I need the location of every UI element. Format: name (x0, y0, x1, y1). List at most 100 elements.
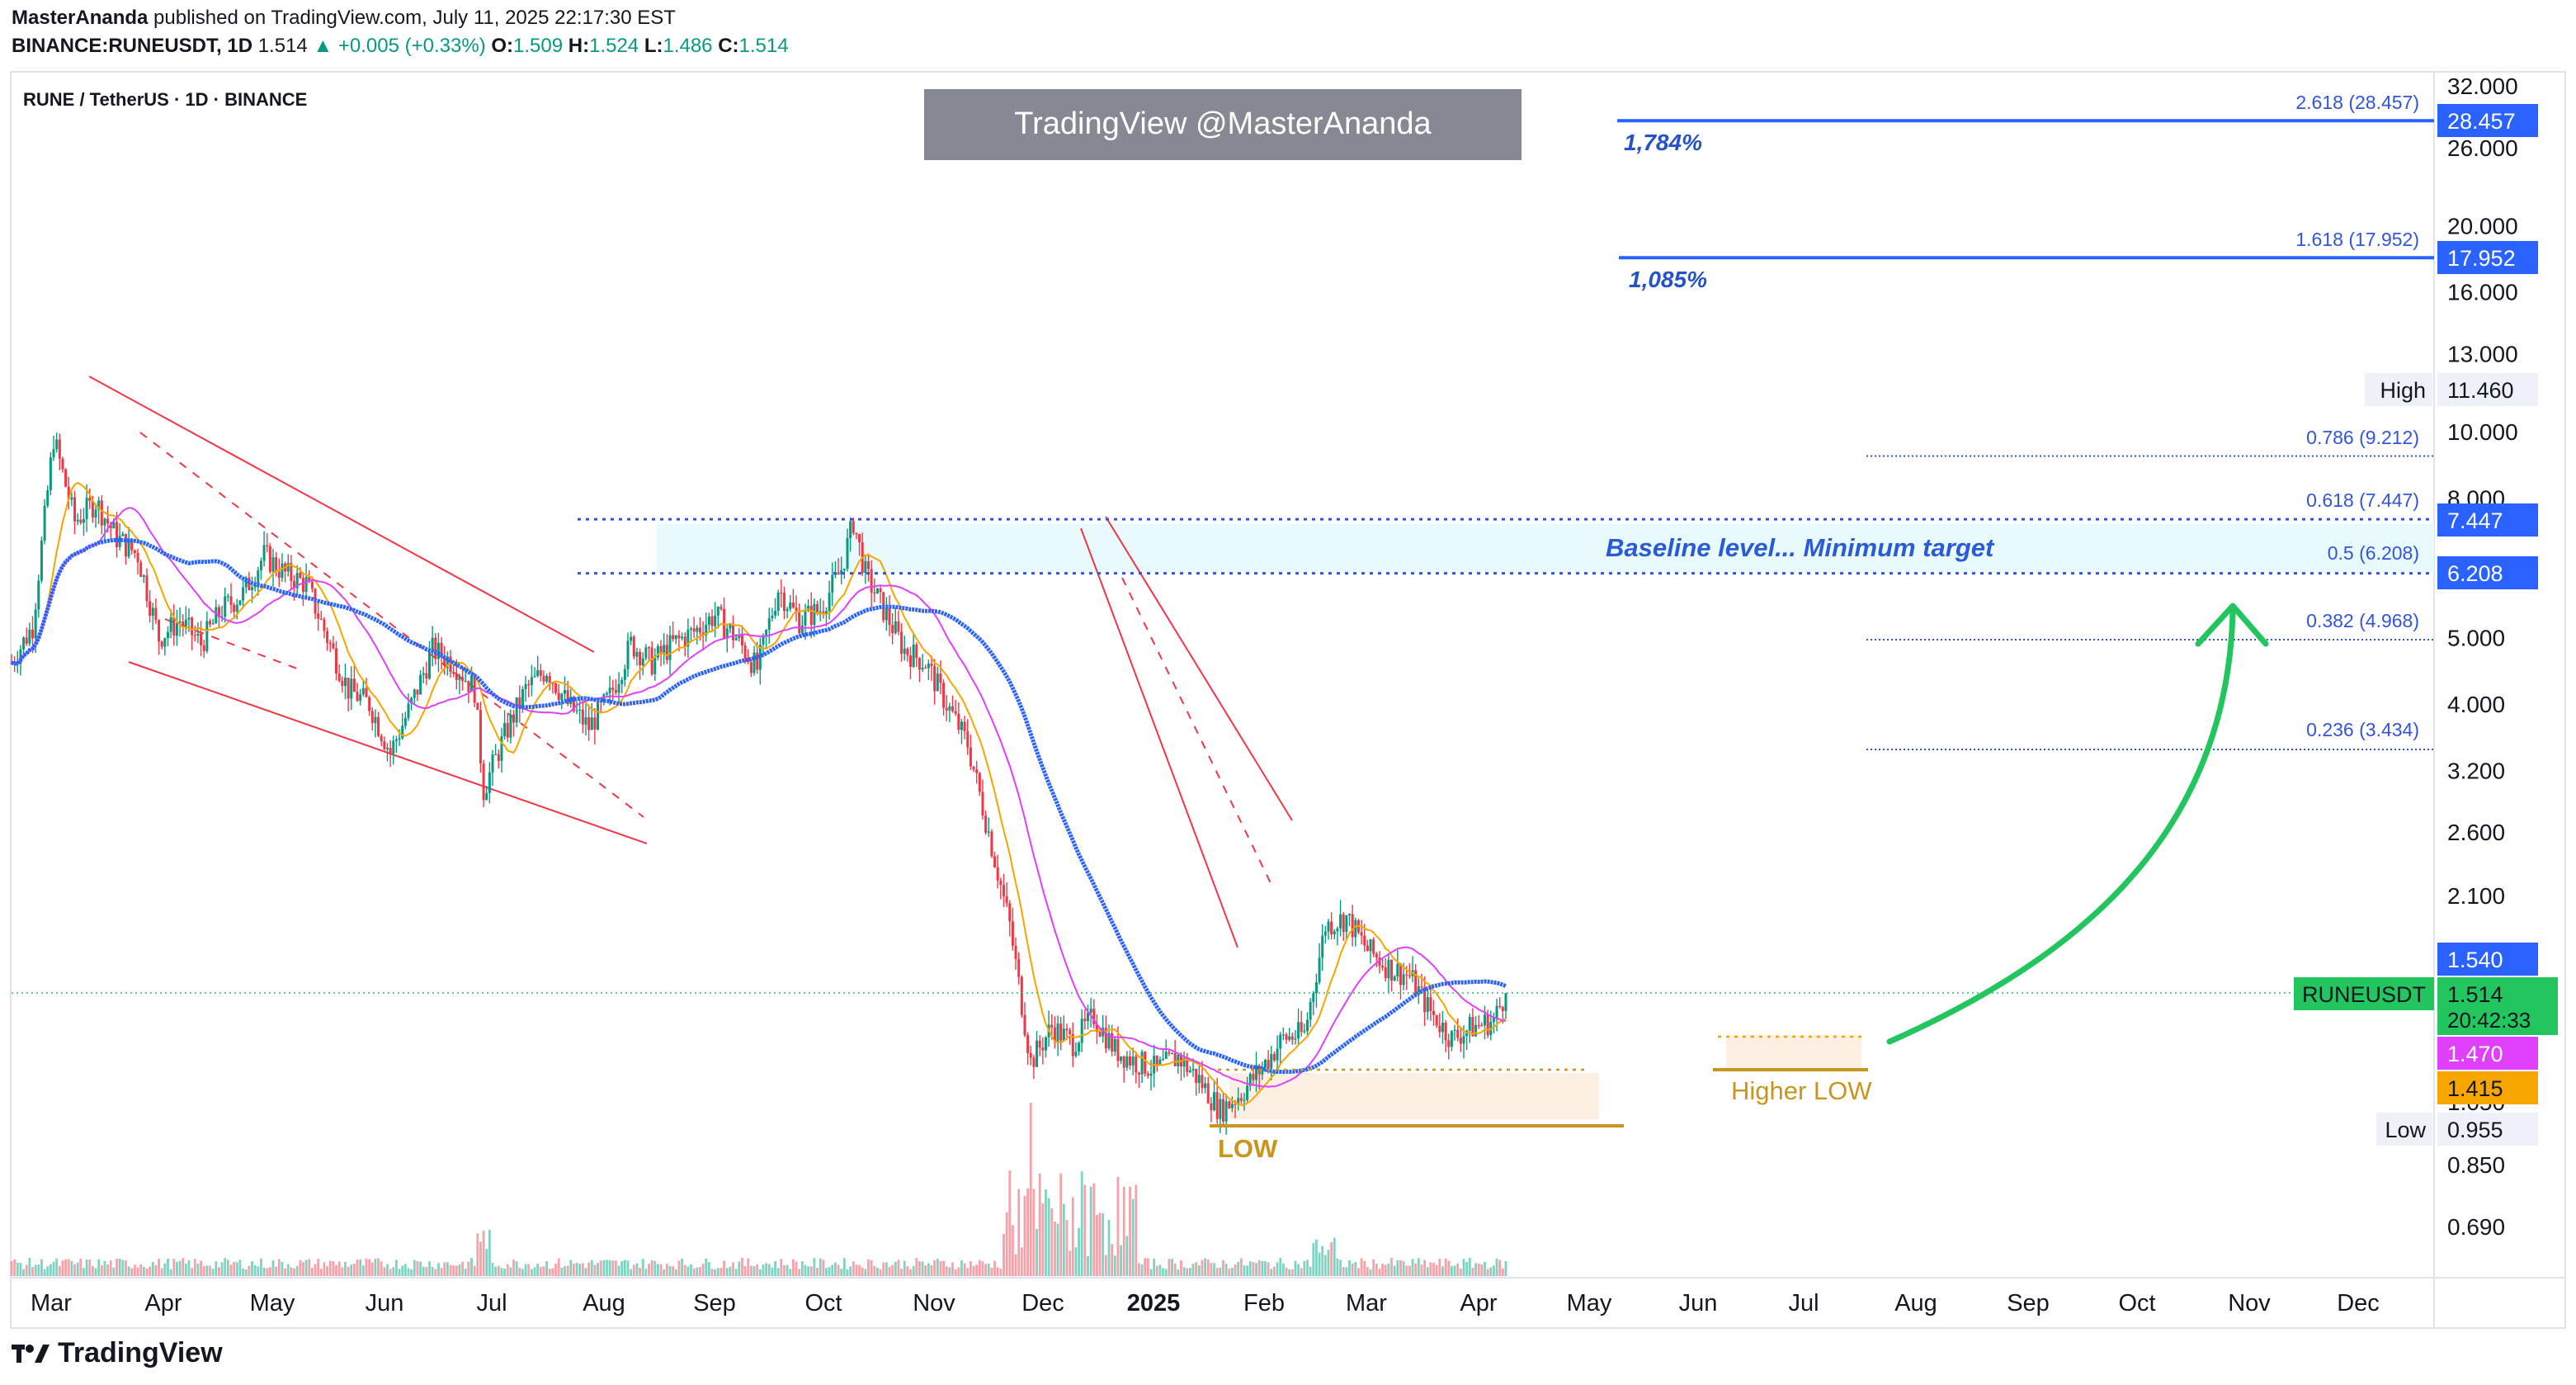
volume-bar (741, 1258, 743, 1276)
candle-body (403, 717, 407, 726)
footer-brand[interactable]: TradingView (12, 1337, 223, 1369)
candle-body (1330, 921, 1333, 935)
candle-body (593, 717, 597, 730)
volume-bar (1032, 1189, 1036, 1276)
volume-bar (1336, 1258, 1339, 1276)
candle-body (103, 518, 106, 526)
volume-bar (611, 1260, 615, 1276)
candle-body (732, 624, 735, 641)
volume-bar (758, 1269, 762, 1276)
candle-body (1375, 953, 1378, 958)
y-tick-label: 16.000 (2447, 280, 2518, 305)
candle-body (1168, 1052, 1171, 1054)
volume-bar (969, 1260, 972, 1276)
volume-bar (49, 1264, 52, 1276)
volume-bar (888, 1266, 891, 1276)
volume-bar (1257, 1260, 1261, 1276)
volume-bar (154, 1264, 158, 1276)
volume-bar (1459, 1269, 1462, 1276)
candle-body (37, 580, 40, 610)
current-symbol: RUNEUSDT (2302, 982, 2426, 1007)
volume-bar (936, 1259, 939, 1276)
volume-bar (1261, 1260, 1264, 1276)
candle-body (461, 677, 465, 682)
volume-bar (1417, 1258, 1420, 1276)
candle-body (361, 688, 365, 695)
candle-body (545, 676, 549, 682)
volume-bar (1423, 1260, 1427, 1276)
volume-bar (903, 1260, 906, 1276)
y-tick-label: 0.850 (2447, 1152, 2505, 1178)
price-chart[interactable]: Mar Apr May Jun Jul Aug Sep Oct Nov Dec 2025 Feb Mar… (0, 0, 2576, 1385)
candle-body (452, 671, 455, 674)
tag-pink-ma: 1.470 (2447, 1042, 2503, 1066)
candle-body (356, 692, 359, 702)
volume-bar (1056, 1223, 1059, 1276)
candle-body (1164, 1052, 1168, 1059)
candle-body (698, 627, 701, 633)
candle-body (1339, 914, 1342, 929)
tag-28457: 28.457 (2447, 109, 2516, 134)
volume-bar (299, 1260, 302, 1276)
candle-body (816, 603, 819, 612)
volume-bar (262, 1267, 266, 1276)
volume-bar (58, 1265, 61, 1276)
candle-body (488, 772, 491, 793)
volume-bar (581, 1263, 584, 1276)
candle-body (1155, 1056, 1158, 1065)
volume-bar (377, 1258, 380, 1276)
volume-bar (512, 1260, 515, 1276)
candle-body (1056, 1023, 1059, 1043)
volume-bar (1003, 1234, 1005, 1276)
volume-bar (176, 1261, 178, 1276)
volume-bar (1426, 1267, 1429, 1276)
volume-bar (1201, 1260, 1204, 1276)
volume-bar (22, 1269, 25, 1276)
volume-bar (76, 1262, 79, 1276)
candle-body (187, 617, 191, 620)
volume-bar (632, 1264, 635, 1276)
volume-bar (341, 1267, 344, 1276)
candle-body (1228, 1101, 1231, 1108)
candle-body (1459, 1038, 1462, 1044)
candle-body (1023, 1014, 1026, 1036)
candle-body (350, 678, 353, 699)
candle-body (590, 717, 593, 730)
y-tick-label: 0.690 (2447, 1214, 2505, 1240)
volume-bar (696, 1267, 699, 1276)
candle-body (1120, 1056, 1123, 1061)
volume-bar (1306, 1260, 1309, 1276)
candle-body (1158, 1059, 1162, 1065)
volume-bar (1447, 1260, 1451, 1276)
volume-bar (1456, 1263, 1460, 1276)
candle-body (587, 717, 591, 730)
volume-bar (193, 1259, 196, 1276)
volume-bar (365, 1258, 368, 1276)
volume-bar (1246, 1265, 1249, 1276)
tag-6208: 6.208 (2447, 561, 2503, 586)
volume-bar (1135, 1184, 1138, 1276)
volume-bar (1471, 1267, 1474, 1276)
volume-bar (139, 1264, 143, 1276)
candle-body (966, 730, 970, 748)
volume-bar (993, 1260, 996, 1276)
candle-body (82, 518, 85, 523)
candle-body (753, 652, 756, 674)
candle-body (1230, 1104, 1234, 1108)
candle-body (668, 635, 672, 660)
volume-bar (539, 1266, 542, 1276)
candle-body (172, 617, 176, 636)
candle-body (909, 655, 913, 667)
volume-bar (370, 1262, 374, 1276)
volume-bar (530, 1269, 533, 1276)
volume-bar (807, 1266, 810, 1276)
volume-bar (1330, 1241, 1333, 1276)
volume-bar (1323, 1255, 1327, 1276)
candle-body (1008, 903, 1012, 922)
volume-bar (867, 1259, 870, 1276)
candle-body (304, 576, 308, 593)
volume-bar (1173, 1263, 1177, 1276)
volume-bar (630, 1269, 633, 1276)
tradingview-logo-icon (12, 1344, 50, 1363)
volume-bar (1468, 1258, 1471, 1276)
